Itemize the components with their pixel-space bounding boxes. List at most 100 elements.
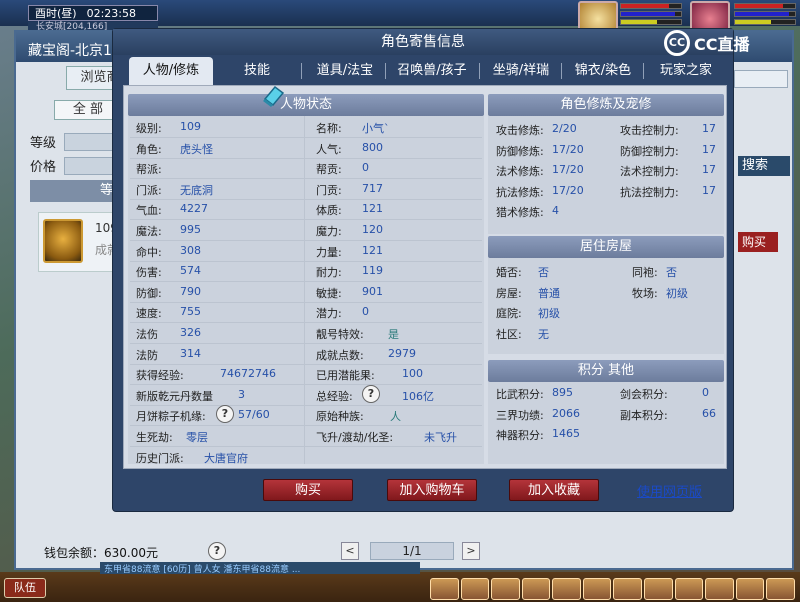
shortcut-slot[interactable] (582, 578, 612, 600)
shortcut-slot[interactable] (552, 578, 581, 600)
stat-label: 耐力: (316, 266, 342, 280)
role-sale-dialog: 角色寄售信息 人物/修炼 技能 道具/法宝 召唤兽/孩子 坐骑/祥瑞 锦衣/染色… (112, 28, 734, 512)
stat-label: 生死劫: (136, 431, 173, 444)
stat-value: 790 (180, 284, 201, 298)
stat-label: 总经验: (316, 389, 353, 403)
stat-label: 帮派: (136, 163, 162, 177)
shortcut-slot[interactable] (705, 578, 734, 600)
stat-value: 虎头怪 (180, 142, 213, 156)
stat-value: 2979 (388, 346, 416, 360)
dialog-title: 角色寄售信息 (113, 29, 733, 55)
chat-strip: 东甲省88流意 [60历] 曾人女 潘东甲省88流意 ... (100, 562, 420, 574)
stat-label: 历史门派: (136, 451, 184, 465)
stat-label: 名称: (316, 122, 342, 135)
time-period: 酉时(昼) (35, 7, 77, 20)
cultivation-section-header: 角色修炼及宠修 (488, 94, 724, 116)
stat-label: 飞升/渡劫/化圣: (316, 431, 394, 444)
stat-label: 防御控制力: (620, 144, 679, 158)
stat-value: 901 (362, 284, 383, 298)
stat-label: 级别: (136, 122, 162, 135)
stat-label: 剑会积分: (620, 388, 668, 401)
wallet-balance: 钱包余额：630.00元 (44, 546, 158, 560)
stat-label: 获得经验: (136, 369, 184, 383)
stat-value: 717 (362, 181, 383, 195)
stat-value: 4 (552, 204, 559, 217)
column-divider (304, 116, 305, 464)
stat-value: 57/60 (238, 408, 270, 422)
shortcut-slot[interactable] (491, 578, 520, 600)
house-section-header: 居住房屋 (488, 236, 724, 258)
shortcut-slot[interactable] (613, 578, 643, 600)
shortcut-slot[interactable] (430, 578, 459, 600)
row-divider (130, 301, 482, 303)
stat-label: 力量: (316, 245, 342, 259)
buy-button[interactable]: 购买 (263, 479, 353, 501)
stat-value: 是 (388, 328, 399, 341)
stat-value: 1465 (552, 427, 580, 440)
stat-value: 755 (180, 305, 201, 319)
shortcut-slot[interactable] (521, 578, 551, 600)
shortcut-slot[interactable] (460, 578, 490, 600)
stat-label: 敏捷: (316, 286, 342, 300)
stat-label: 门派: (136, 183, 162, 197)
row-divider (130, 260, 482, 262)
stat-value: 2/20 (552, 122, 577, 135)
prev-page-button[interactable]: < (341, 542, 359, 560)
stat-value: 初级 (666, 286, 688, 300)
stat-value: 800 (362, 140, 383, 154)
stat-value: 大唐官府 (204, 451, 248, 465)
stat-label: 猎术修炼: (496, 206, 544, 219)
shortcut-slot[interactable] (735, 578, 765, 600)
stat-label: 潜力: (316, 307, 342, 321)
tab-mounts[interactable]: 坐骑/祥瑞 (481, 57, 561, 85)
stat-value: 零层 (186, 431, 208, 444)
stat-label: 法防 (136, 348, 158, 362)
add-to-favorites-button[interactable]: 加入收藏 (509, 479, 599, 501)
row-divider (130, 157, 482, 159)
stat-label: 门贡: (316, 183, 342, 197)
tab-home[interactable]: 玩家之家 (645, 57, 727, 85)
row-divider (130, 363, 482, 365)
row-divider (130, 281, 482, 283)
list-buy-button[interactable]: 购买 (738, 232, 778, 252)
shortcut-slot[interactable] (644, 578, 673, 600)
wallet-help-icon[interactable]: ? (208, 542, 226, 560)
tab-divider (561, 63, 562, 79)
stat-label: 社区: (496, 327, 522, 341)
row-divider (130, 198, 482, 200)
stat-label: 帮贡: (316, 163, 342, 177)
stat-label: 魔法: (136, 225, 162, 238)
search-button[interactable]: 搜索 (738, 156, 790, 176)
tab-skills[interactable]: 技能 (225, 57, 289, 85)
house-section (488, 258, 724, 354)
stat-value: 2066 (552, 406, 580, 420)
stat-value: 326 (180, 326, 201, 339)
stat-label: 庭院: (496, 307, 522, 320)
tab-divider (301, 63, 302, 79)
stat-label: 神器积分: (496, 429, 544, 442)
total-exp-help-icon[interactable]: ? (362, 384, 380, 403)
shortcut-slot[interactable] (674, 578, 704, 600)
add-to-cart-button[interactable]: 加入购物车 (387, 479, 477, 501)
stat-value: 否 (666, 266, 677, 279)
next-page-button[interactable]: > (462, 542, 480, 560)
stat-value: 17 (702, 163, 716, 176)
tab-outfits[interactable]: 锦衣/染色 (563, 57, 643, 85)
team-button[interactable]: 队伍 (4, 578, 46, 598)
stat-label: 法术控制力: (620, 165, 679, 178)
tab-character[interactable]: 人物/修炼 (129, 57, 213, 85)
stat-label: 已用潜能果: (316, 369, 375, 383)
stat-value: 119 (362, 264, 383, 278)
shortcut-slot[interactable] (766, 578, 795, 600)
tab-items[interactable]: 道具/法宝 (305, 57, 385, 85)
stat-value: 未飞升 (424, 431, 457, 444)
status-section-header: 人物状态 (128, 94, 484, 116)
clock-text: 02:23:58 (86, 6, 136, 20)
store-search-input[interactable] (734, 70, 788, 88)
tab-pets[interactable]: 召唤兽/孩子 (387, 57, 477, 85)
tab-content: 人物状态 角色修炼及宠修 居住房屋 积分 其他 级别: 109 角色: 虎头怪 帮派: 门… (123, 85, 727, 469)
use-web-version-link[interactable]: 使用网页版 (637, 481, 702, 500)
cc-logo-text: CC直播 (694, 35, 750, 54)
row-divider (130, 219, 482, 221)
row-divider (130, 137, 482, 138)
